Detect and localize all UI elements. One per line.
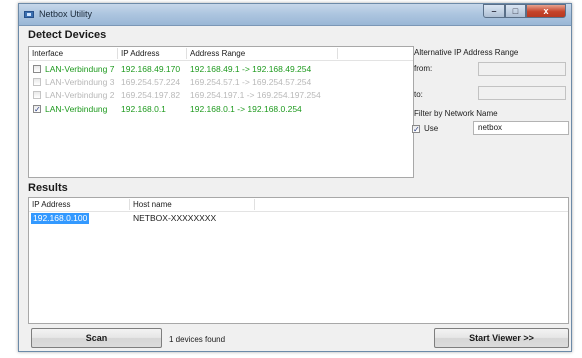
to-label: to: — [414, 90, 423, 99]
interface-name: LAN-Verbindung — [45, 104, 108, 114]
interface-ip: 192.168.49.170 — [121, 64, 181, 74]
use-filter-label: Use — [424, 124, 439, 133]
from-ip-field[interactable] — [478, 62, 566, 76]
result-ip: 192.168.0.100 — [31, 213, 90, 224]
interface-row[interactable]: LAN-Verbindung 7 192.168.49.170 192.168.… — [29, 64, 413, 75]
column-header-host-name[interactable]: Host name — [130, 198, 254, 211]
result-host: NETBOX-XXXXXXXX — [133, 213, 217, 223]
interface-ip: 169.254.57.224 — [121, 77, 181, 87]
interfaces-list[interactable]: Interface IP Address Address Range LAN-V… — [28, 46, 414, 178]
netbox-utility-window: Netbox Utility – □ x Detect Devices Inte… — [18, 3, 572, 352]
interface-checkbox-checked[interactable]: ✓ — [33, 105, 41, 114]
result-row[interactable]: 192.168.0.100 NETBOX-XXXXXXXX — [29, 213, 568, 224]
interfaces-header: Interface IP Address Address Range — [29, 47, 413, 61]
column-header-ip-address[interactable]: IP Address — [118, 47, 186, 60]
filter-title: Filter by Network Name — [414, 109, 498, 118]
interface-row[interactable]: LAN-Verbindung 2 169.254.197.82 169.254.… — [29, 90, 413, 101]
interface-checkbox[interactable] — [33, 91, 41, 99]
close-button[interactable]: x — [526, 4, 566, 18]
app-icon — [24, 11, 34, 18]
window-title: Netbox Utility — [39, 9, 93, 19]
interface-ip: 169.254.197.82 — [121, 90, 181, 100]
column-header-ip-address[interactable]: IP Address — [29, 198, 129, 211]
interface-ip: 192.168.0.1 — [121, 104, 166, 114]
interface-row[interactable]: ✓ LAN-Verbindung 192.168.0.1 192.168.0.1… — [29, 104, 413, 115]
window-controls: – □ x — [483, 4, 566, 20]
network-name-filter-input[interactable]: netbox — [473, 121, 569, 135]
start-viewer-button[interactable]: Start Viewer >> — [434, 328, 569, 348]
scan-button[interactable]: Scan — [31, 328, 162, 348]
status-text: 1 devices found — [169, 335, 226, 344]
interface-name: LAN-Verbindung 3 — [45, 77, 115, 87]
from-label: from: — [414, 64, 433, 73]
title-bar[interactable]: Netbox Utility – □ x — [19, 4, 571, 26]
minimize-button[interactable]: – — [483, 4, 505, 18]
interface-range: 192.168.0.1 -> 192.168.0.254 — [190, 104, 302, 114]
results-header: IP Address Host name — [29, 198, 568, 212]
detect-devices-title: Detect Devices — [28, 29, 107, 41]
column-header-address-range[interactable]: Address Range — [187, 47, 337, 60]
alt-range-title: Alternative IP Address Range — [414, 48, 519, 57]
to-ip-field[interactable] — [478, 86, 566, 100]
results-list[interactable]: IP Address Host name 192.168.0.100 NETBO… — [28, 197, 569, 324]
interface-name: LAN-Verbindung 2 — [45, 90, 115, 100]
interface-range: 192.168.49.1 -> 192.168.49.254 — [190, 64, 312, 74]
use-filter-checkbox[interactable]: ✓ — [412, 125, 420, 134]
interface-range: 169.254.197.1 -> 169.254.197.254 — [190, 90, 321, 100]
interface-row[interactable]: LAN-Verbindung 3 169.254.57.224 169.254.… — [29, 77, 413, 88]
interface-range: 169.254.57.1 -> 169.254.57.254 — [190, 77, 312, 87]
column-divider[interactable] — [254, 199, 255, 210]
interface-name: LAN-Verbindung 7 — [45, 64, 115, 74]
column-divider[interactable] — [337, 48, 338, 59]
maximize-button[interactable]: □ — [505, 4, 526, 18]
interface-checkbox[interactable] — [33, 65, 41, 73]
results-title: Results — [28, 182, 68, 194]
column-header-interface[interactable]: Interface — [29, 47, 117, 60]
interface-checkbox[interactable] — [33, 78, 41, 86]
